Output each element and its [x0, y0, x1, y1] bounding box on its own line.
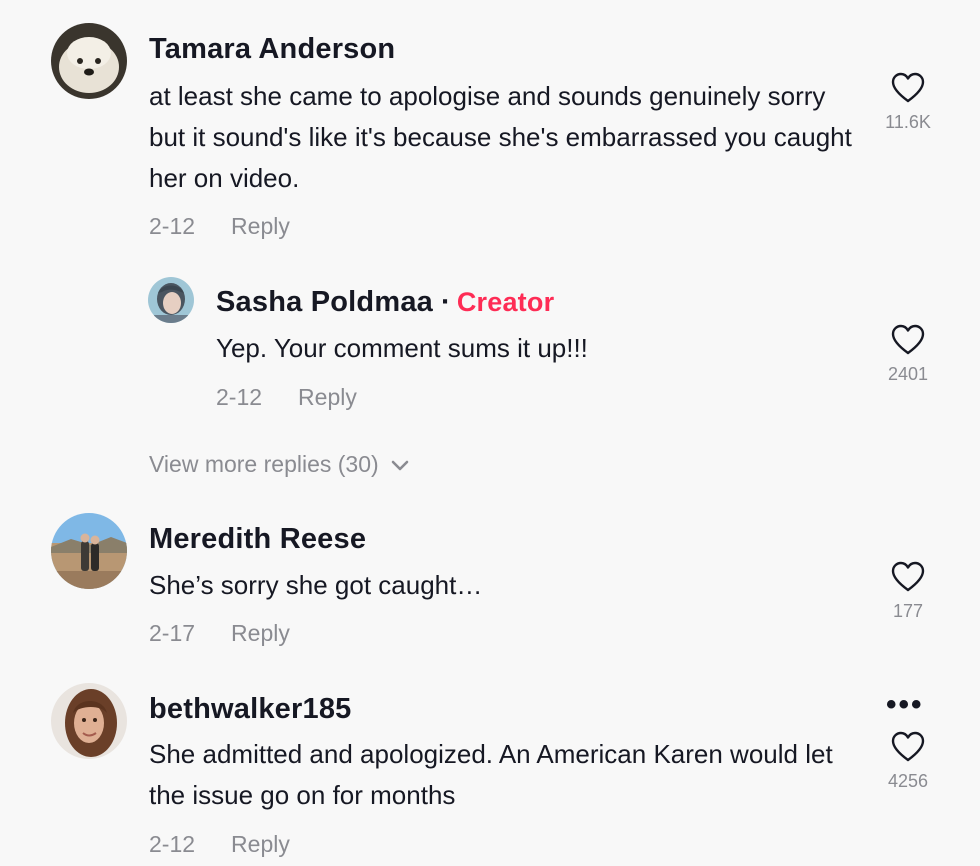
- white-dog-avatar: [51, 23, 127, 99]
- comment-date: 2-12: [149, 831, 196, 857]
- comment-date: 2-12: [216, 384, 263, 410]
- sasha-avatar: [148, 277, 194, 323]
- comment-text: at least she came to apologise and sound…: [149, 81, 852, 193]
- comment-text: She admitted and apologized. An American…: [149, 739, 833, 810]
- heart-icon: [891, 731, 925, 762]
- hiking-couple-avatar: [51, 513, 127, 589]
- like-button[interactable]: 2401: [868, 324, 948, 385]
- comment-meta: 2-12 Reply: [149, 213, 290, 240]
- heart-icon: [891, 324, 925, 355]
- creator-badge: Creator: [456, 287, 555, 317]
- reply-button[interactable]: Reply: [298, 384, 357, 410]
- comment-text: Yep. Your comment sums it up!!!: [216, 333, 588, 363]
- comment-date: 2-17: [149, 620, 196, 646]
- comment-text: She’s sorry she got caught…: [149, 570, 483, 600]
- username[interactable]: Meredith Reese: [149, 523, 366, 556]
- heart-icon: [891, 561, 925, 592]
- comment-date: 2-12: [149, 213, 196, 239]
- like-count: 11.6K: [885, 112, 931, 132]
- avatar[interactable]: [51, 23, 127, 99]
- more-options-icon[interactable]: •••: [886, 690, 924, 720]
- comment-meta: 2-12 Reply: [149, 831, 290, 858]
- reply-username[interactable]: Sasha Poldmaa: [216, 286, 433, 318]
- username: Sasha Poldmaa · Creator: [216, 286, 554, 319]
- heart-icon: [891, 72, 925, 103]
- username[interactable]: bethwalker185: [149, 693, 352, 726]
- view-more-label: View more replies (30): [149, 451, 379, 477]
- like-count: 2401: [887, 364, 929, 384]
- woman-portrait-avatar: [51, 683, 127, 759]
- reply-button[interactable]: Reply: [231, 620, 290, 646]
- comment-meta: 2-12 Reply: [216, 384, 357, 411]
- comment-meta: 2-17 Reply: [149, 620, 290, 647]
- like-count: 4256: [887, 771, 929, 791]
- avatar[interactable]: [51, 513, 127, 589]
- avatar[interactable]: [148, 277, 194, 323]
- avatar[interactable]: [51, 683, 127, 759]
- like-button[interactable]: 11.6K: [868, 72, 948, 133]
- like-count: 177: [892, 601, 924, 621]
- reply-button[interactable]: Reply: [231, 213, 290, 239]
- chevron-down-icon: [391, 460, 408, 471]
- like-button[interactable]: 4256: [868, 731, 948, 792]
- separator: ·: [440, 286, 451, 318]
- like-button[interactable]: 177: [868, 561, 948, 622]
- username[interactable]: Tamara Anderson: [149, 33, 395, 66]
- reply-button[interactable]: Reply: [231, 831, 290, 857]
- view-more-replies-button[interactable]: View more replies (30): [149, 451, 409, 478]
